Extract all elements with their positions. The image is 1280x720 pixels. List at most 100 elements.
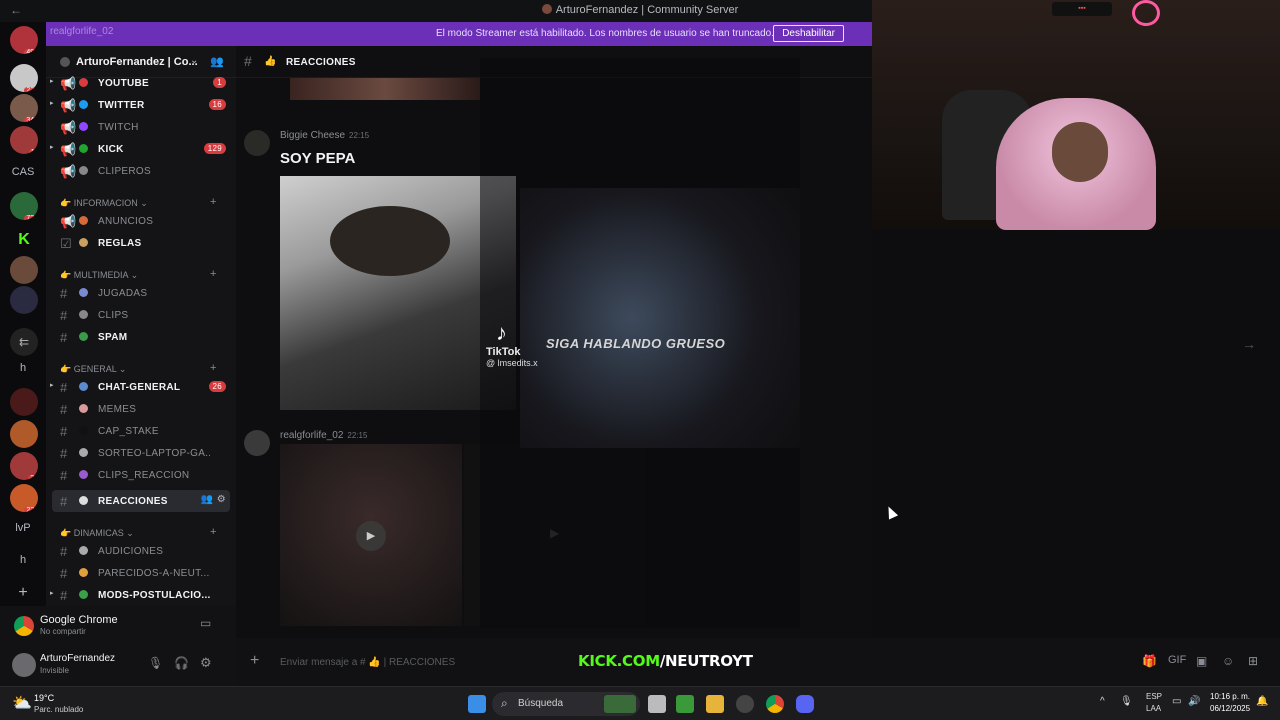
category-informacion[interactable]: 👉 INFORMACION ⌄ + bbox=[60, 196, 216, 209]
taskbar-search[interactable]: ⌕ Búsqueda bbox=[492, 692, 640, 716]
channel-emoji-icon bbox=[79, 470, 88, 479]
server-rail: 496 227 345 11 CAS 721 K ⇇ h 1 21 221 lv… bbox=[0, 22, 46, 686]
keyboard-layout[interactable]: LAA bbox=[1146, 704, 1161, 713]
next-arrow-icon[interactable]: → bbox=[1242, 336, 1256, 352]
kick-icon bbox=[79, 144, 88, 153]
message-composer[interactable]: + Enviar mensaje a # 👍 | REACCIONES 🎁 GI… bbox=[236, 638, 1280, 686]
server-label[interactable]: h bbox=[0, 554, 46, 566]
apps-icon[interactable]: ⊞ bbox=[1248, 654, 1258, 668]
disable-streamer-button[interactable]: Deshabilitar bbox=[773, 25, 844, 42]
screen-share-icon[interactable]: ▭ bbox=[200, 616, 211, 630]
kick-server-icon[interactable]: K bbox=[10, 226, 38, 254]
avatar[interactable] bbox=[244, 430, 270, 456]
gift-icon[interactable]: 🎁 bbox=[1142, 654, 1157, 668]
add-channel-icon: + bbox=[210, 196, 217, 208]
play-icon[interactable]: ▶ bbox=[356, 521, 386, 551]
obs-icon[interactable] bbox=[736, 695, 754, 713]
youtube-icon bbox=[79, 78, 88, 87]
channel-reacciones[interactable]: # REACCIONES 👥 ⚙ bbox=[52, 490, 230, 512]
avatar[interactable] bbox=[244, 130, 270, 156]
server-icon[interactable] bbox=[10, 286, 38, 314]
gear-icon[interactable]: ⚙ bbox=[200, 655, 212, 671]
server-label[interactable]: h bbox=[0, 362, 46, 374]
taskbar: ⛅ 19°C Parc. nublado ⌕ Búsqueda ^ 🎙 ESP … bbox=[0, 686, 1280, 720]
channel-twitter[interactable]: ▸ 📢 TWITTER 16 bbox=[50, 94, 230, 116]
webcam-feed: ▪▪▪ bbox=[872, 0, 1280, 230]
previous-attachment[interactable] bbox=[290, 78, 480, 100]
microphone-icon[interactable]: 🎙 bbox=[1120, 696, 1133, 707]
channel-jugadas[interactable]: # JUGADAS bbox=[52, 282, 230, 304]
channel-parecidos[interactable]: # PARECIDOS-A-NEUT... bbox=[52, 562, 230, 584]
channel-audiciones[interactable]: # AUDICIONES bbox=[52, 540, 230, 562]
server-label[interactable]: lvP bbox=[0, 522, 46, 534]
composer-placeholder[interactable]: Enviar mensaje a # 👍 | REACCIONES bbox=[280, 657, 455, 668]
activity-panel: Google Chrome No compartir ▭ bbox=[0, 606, 236, 644]
channel-twitch[interactable]: 📢 TWITCH bbox=[52, 116, 230, 138]
add-channel-icon: + bbox=[210, 362, 217, 374]
server-icon[interactable] bbox=[10, 388, 38, 416]
video-attachment[interactable]: ▶ bbox=[280, 444, 462, 626]
server-icon[interactable]: 1 bbox=[10, 420, 38, 448]
activity-app: Google Chrome bbox=[40, 614, 118, 626]
channel-sorteo[interactable]: # SORTEO-LAPTOP-GA... bbox=[52, 442, 230, 464]
input-language[interactable]: ESP bbox=[1146, 692, 1162, 701]
server-label[interactable]: CAS bbox=[0, 166, 46, 178]
category-dinamicas[interactable]: 👉 DINAMICAS ⌄ + bbox=[60, 526, 216, 539]
channel-cap-stake[interactable]: # CAP_STAKE bbox=[52, 420, 230, 442]
server-icon[interactable]: 345 bbox=[10, 94, 38, 122]
clock-time[interactable]: 10:16 p. m. bbox=[1210, 692, 1250, 701]
add-attachment-icon[interactable]: + bbox=[250, 652, 259, 670]
channel-clips-reaccion[interactable]: # CLIPS_REACCION bbox=[52, 464, 230, 486]
server-icon[interactable] bbox=[10, 256, 38, 284]
channel-title: REACCIONES bbox=[286, 57, 356, 68]
category-multimedia[interactable]: 👉 MULTIMEDIA ⌄ + bbox=[60, 268, 216, 281]
network-icon[interactable]: ▭ bbox=[1172, 696, 1181, 707]
clock-date[interactable]: 06/12/2025 bbox=[1210, 704, 1250, 713]
discord-icon[interactable] bbox=[796, 695, 814, 713]
channel-kick[interactable]: ▸ 📢 KICK 129 bbox=[50, 138, 230, 160]
tiktok-watermark: ♪ TikTok @ lmsedits.x bbox=[486, 320, 538, 368]
file-explorer-icon[interactable] bbox=[706, 695, 724, 713]
channel-mods-postulacion[interactable]: ▸ # MODS-POSTULACIO... bbox=[50, 584, 230, 606]
server-icon[interactable]: 227 bbox=[10, 64, 38, 92]
channel-cliperos[interactable]: 📢 CLIPEROS bbox=[52, 160, 230, 182]
task-view-icon[interactable] bbox=[648, 695, 666, 713]
message-text: SOY PEPA bbox=[280, 150, 356, 167]
add-server-icon[interactable]: + bbox=[0, 584, 46, 602]
message-author[interactable]: Biggie Cheese 22:15 bbox=[280, 130, 369, 141]
category-general[interactable]: 👉 GENERAL ⌄ + bbox=[60, 362, 216, 375]
channel-reglas[interactable]: ☑ REGLAS bbox=[52, 232, 230, 254]
microphone-icon bbox=[79, 546, 88, 555]
invite-icon[interactable]: 👥 bbox=[210, 55, 224, 68]
avatar[interactable] bbox=[12, 653, 36, 677]
channel-memes[interactable]: # MEMES bbox=[52, 398, 230, 420]
server-icon[interactable]: 721 bbox=[10, 192, 38, 220]
chrome-icon[interactable] bbox=[766, 695, 784, 713]
laptop-icon bbox=[79, 448, 88, 457]
message-author[interactable]: realgforlife_02 22:15 bbox=[280, 430, 367, 441]
server-icon[interactable]: 221 bbox=[10, 484, 38, 512]
chevron-down-icon[interactable]: ⌄ bbox=[190, 55, 198, 66]
server-icon[interactable]: 496 bbox=[10, 26, 38, 54]
emoji-icon[interactable]: ☺ bbox=[1222, 654, 1234, 668]
weather-icon[interactable]: ⛅ bbox=[12, 693, 32, 713]
channel-emoji-icon bbox=[79, 238, 88, 247]
chevron-up-icon[interactable]: ^ bbox=[1100, 696, 1105, 707]
server-icon[interactable]: ⇇ bbox=[10, 328, 38, 356]
channel-chat-general[interactable]: ▸ # CHAT-GENERAL 26 bbox=[50, 376, 230, 398]
channel-anuncios[interactable]: 📢 ANUNCIOS bbox=[52, 210, 230, 232]
channel-youtube[interactable]: ▸ 📢 YOUTUBE 1 bbox=[50, 72, 230, 94]
minecraft-icon[interactable] bbox=[676, 695, 694, 713]
channel-spam[interactable]: # SPAM bbox=[52, 326, 230, 348]
gif-icon[interactable]: GIF bbox=[1168, 654, 1186, 666]
headphones-icon[interactable]: 🎧 bbox=[174, 656, 189, 670]
sticker-icon[interactable]: ▣ bbox=[1196, 654, 1207, 668]
server-icon[interactable]: 21 bbox=[10, 452, 38, 480]
server-icon[interactable]: 11 bbox=[10, 126, 38, 154]
search-highlight-image bbox=[604, 695, 636, 713]
windows-start-icon[interactable] bbox=[468, 695, 486, 713]
notifications-icon[interactable]: 🔔 bbox=[1256, 696, 1268, 707]
volume-icon[interactable]: 🔊 bbox=[1188, 696, 1200, 707]
channel-clips[interactable]: # CLIPS bbox=[52, 304, 230, 326]
microphone-icon[interactable]: 🎙 bbox=[148, 656, 163, 670]
